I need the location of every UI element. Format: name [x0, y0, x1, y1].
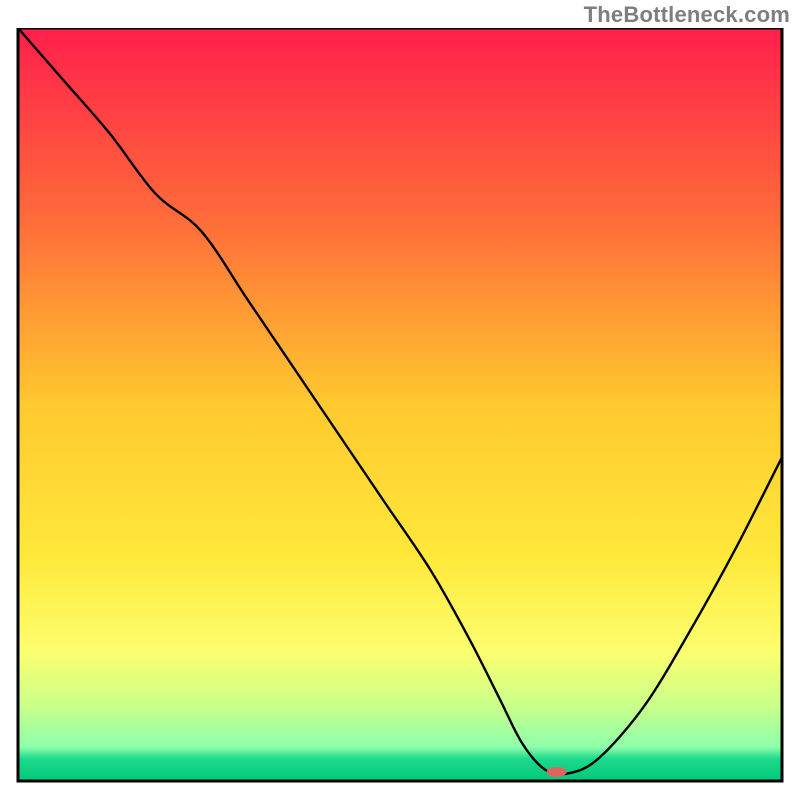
watermark-label: TheBottleneck.com [584, 2, 790, 28]
optimal-point-marker [547, 767, 567, 777]
chart-svg [15, 28, 785, 788]
chart-frame: TheBottleneck.com [0, 0, 800, 800]
chart-plot-area [15, 28, 785, 788]
